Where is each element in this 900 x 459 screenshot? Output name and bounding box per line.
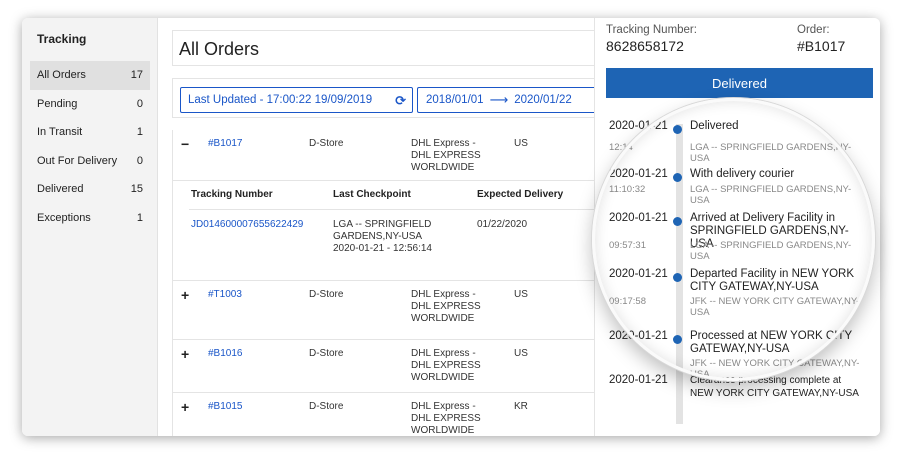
event-date: 2020-01-21 bbox=[609, 120, 668, 132]
sidebar-item-count: 1 bbox=[136, 126, 143, 139]
tracking-number-link[interactable]: JD014600007655622429 bbox=[191, 219, 303, 231]
timeline-dot-icon bbox=[673, 335, 682, 344]
store-name: D-Store bbox=[309, 401, 344, 412]
status-badge: Delivered bbox=[606, 68, 873, 98]
arrow-right-icon: ⟶ bbox=[489, 92, 509, 107]
collapse-toggle[interactable]: − bbox=[181, 137, 189, 151]
order-label: Order: bbox=[797, 24, 830, 36]
order-value: #B1017 bbox=[797, 38, 846, 54]
sidebar-item-label: Delivered bbox=[37, 183, 84, 196]
page-title: All Orders bbox=[179, 39, 260, 59]
refresh-icon[interactable]: ⟳ bbox=[395, 93, 406, 109]
carrier-name: DHL Express - DHL EXPRESS WORLDWIDE bbox=[411, 401, 481, 436]
country-code: KR bbox=[514, 401, 528, 412]
sidebar-item-all-orders[interactable]: All Orders 17 bbox=[30, 61, 150, 90]
timeline-dot-icon bbox=[673, 273, 682, 282]
page-header: All Orders bbox=[172, 30, 602, 66]
event-title: With delivery courier bbox=[690, 168, 795, 180]
tracking-number-label: Tracking Number: bbox=[606, 24, 697, 36]
sidebar-title: Tracking bbox=[37, 32, 87, 46]
sidebar-item-count: 1 bbox=[136, 211, 143, 224]
country-code: US bbox=[514, 348, 528, 359]
last-updated-text: Last Updated - 17:00:22 19/09/2019 bbox=[188, 94, 373, 106]
date-range-picker[interactable]: 2018/01/01 ⟶ 2020/01/22 bbox=[417, 87, 607, 113]
event-title: Departed Facility in NEW YORK CITY GATEW… bbox=[690, 268, 855, 293]
main-content: All Orders Last Updated - 17:00:22 19/09… bbox=[158, 18, 609, 436]
table-row[interactable]: + #T1003 D-Store DHL Express - DHL EXPRE… bbox=[173, 280, 609, 340]
table-row[interactable]: − #B1017 D-Store DHL Express - DHL EXPRE… bbox=[173, 130, 609, 181]
order-detail: Tracking Number Last Checkpoint Expected… bbox=[189, 189, 609, 275]
timeline-dot-icon bbox=[673, 173, 682, 182]
country-code: US bbox=[514, 138, 528, 149]
timeline-dot-icon bbox=[673, 125, 682, 134]
event-time: 12:14 bbox=[609, 142, 633, 153]
event-time: 09:57:31 bbox=[609, 240, 646, 251]
divider bbox=[189, 209, 609, 210]
store-name: D-Store bbox=[309, 138, 344, 149]
event-date: 2020-01-21 bbox=[609, 268, 668, 280]
expand-toggle[interactable]: + bbox=[181, 347, 189, 361]
last-checkpoint: LGA -- SPRINGFIELD GARDENS,NY-USA bbox=[333, 219, 432, 242]
carrier-name: DHL Express - DHL EXPRESS WORLDWIDE bbox=[411, 138, 481, 173]
event-time: 09:17:58 bbox=[609, 296, 646, 307]
event-date: 2020-01-21 bbox=[609, 374, 668, 386]
table-row[interactable]: + #B1016 D-Store DHL Express - DHL EXPRE… bbox=[173, 340, 609, 393]
event-location: JFK -- NEW YORK CITY GATEWAY,NY-USA bbox=[690, 296, 860, 318]
last-updated-button[interactable]: Last Updated - 17:00:22 19/09/2019 ⟳ bbox=[180, 87, 413, 113]
country-code: US bbox=[514, 289, 528, 300]
sidebar-item-label: Out For Delivery bbox=[37, 154, 118, 167]
event-title: Processed at NEW YORK CITY GATEWAY,NY-US… bbox=[690, 330, 852, 355]
app-window: Tracking All Orders 17 Pending 0 In Tran… bbox=[22, 18, 880, 436]
expected-delivery: 01/22/2020 bbox=[477, 219, 528, 230]
carrier-name: DHL Express - DHL EXPRESS WORLDWIDE bbox=[411, 348, 481, 383]
sidebar-item-out-for-delivery[interactable]: Out For Delivery 0 bbox=[30, 147, 150, 176]
sidebar-item-count: 0 bbox=[136, 154, 143, 167]
order-link[interactable]: #B1015 bbox=[208, 401, 242, 412]
sidebar-item-label: All Orders bbox=[37, 69, 86, 82]
event-location: LGA -- SPRINGFIELD GARDENS,NY-USA bbox=[690, 142, 852, 164]
order-link[interactable]: #T1003 bbox=[208, 289, 242, 300]
sidebar-item-label: In Transit bbox=[37, 126, 83, 139]
sidebar-item-in-transit[interactable]: In Transit 1 bbox=[30, 118, 150, 147]
sidebar-item-label: Exceptions bbox=[37, 211, 91, 224]
tracking-panel: Tracking Number: 8628658172 Order: #B101… bbox=[594, 18, 880, 436]
detail-header-expected: Expected Delivery bbox=[477, 189, 564, 200]
date-from: 2018/01/01 bbox=[426, 94, 484, 106]
order-link[interactable]: #B1016 bbox=[208, 348, 242, 359]
table-row[interactable]: + #B1015 D-Store DHL Express - DHL EXPRE… bbox=[173, 393, 609, 436]
date-to: 2020/01/22 bbox=[514, 94, 572, 106]
sidebar-item-pending[interactable]: Pending 0 bbox=[30, 90, 150, 119]
filter-bar: Last Updated - 17:00:22 19/09/2019 ⟳ 201… bbox=[172, 78, 607, 118]
checkpoint-time: 2020-01-21 - 12:56:14 bbox=[333, 243, 432, 254]
sidebar-item-exceptions[interactable]: Exceptions 1 bbox=[30, 204, 150, 233]
order-link[interactable]: #B1017 bbox=[208, 138, 242, 149]
sidebar: Tracking All Orders 17 Pending 0 In Tran… bbox=[22, 18, 158, 436]
orders-table: − #B1017 D-Store DHL Express - DHL EXPRE… bbox=[172, 130, 609, 436]
event-location: LGA -- SPRINGFIELD GARDENS,NY-USA bbox=[690, 240, 852, 262]
expand-toggle[interactable]: + bbox=[181, 400, 189, 414]
store-name: D-Store bbox=[309, 348, 344, 359]
carrier-name: DHL Express - DHL EXPRESS WORLDWIDE bbox=[411, 289, 481, 324]
sidebar-list: All Orders 17 Pending 0 In Transit 1 Out… bbox=[30, 61, 150, 232]
detail-header-checkpoint: Last Checkpoint bbox=[333, 189, 411, 200]
sidebar-item-delivered[interactable]: Delivered 15 bbox=[30, 175, 150, 204]
tracking-timeline: 2020-01-21 12:14 Delivered LGA -- SPRING… bbox=[595, 108, 880, 436]
sidebar-item-count: 15 bbox=[130, 183, 143, 196]
event-time: 11:10:32 bbox=[609, 184, 646, 195]
event-date: 2020-01-21 bbox=[609, 168, 668, 180]
event-date: 2020-01-21 bbox=[609, 212, 668, 224]
expand-toggle[interactable]: + bbox=[181, 288, 189, 302]
sidebar-item-count: 17 bbox=[130, 69, 143, 82]
detail-header-tracking: Tracking Number bbox=[191, 189, 273, 200]
timeline-dot-icon bbox=[673, 217, 682, 226]
store-name: D-Store bbox=[309, 289, 344, 300]
event-date: 2020-01-21 bbox=[609, 330, 668, 342]
event-title: Clearance processing complete at NEW YOR… bbox=[690, 375, 859, 399]
event-title: Delivered bbox=[690, 120, 739, 132]
event-location: LGA -- SPRINGFIELD GARDENS,NY-USA bbox=[690, 184, 852, 206]
sidebar-item-label: Pending bbox=[37, 97, 78, 110]
sidebar-item-count: 0 bbox=[136, 97, 143, 110]
tracking-number-value: 8628658172 bbox=[606, 38, 684, 54]
